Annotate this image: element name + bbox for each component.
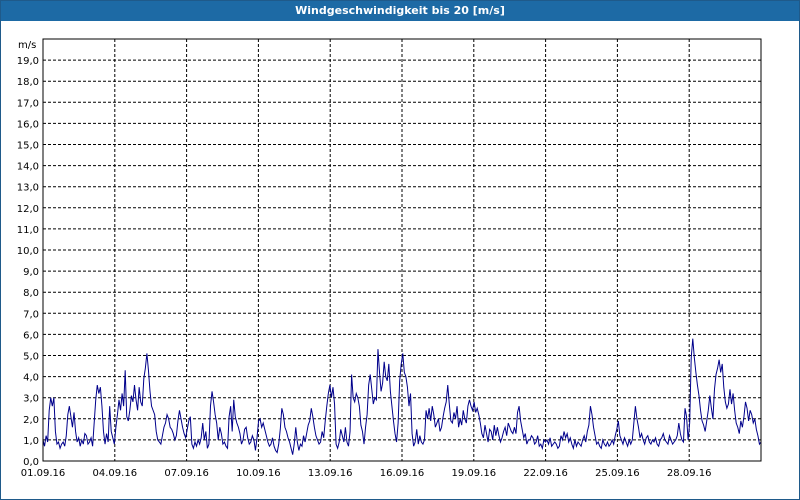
x-tick-label: 22.09.16 [523,468,568,479]
x-tick-label: 13.09.16 [308,468,353,479]
y-tick-label: 16,0 [17,119,39,130]
x-tick-label: 28.09.16 [667,468,712,479]
y-tick-label: 6,0 [23,330,39,341]
y-tick-label: 5,0 [23,352,39,363]
y-tick-label: 12,0 [17,204,39,215]
x-tick-label: 19.09.16 [452,468,497,479]
y-tick-label: 13,0 [17,183,39,194]
y-tick-labels: 0,0 1,0 2,0 3,0 4,0 5,0 6,0 7,0 8,0 9,0 10,0 11,0 12… [17,56,39,468]
y-tick-label: 3,0 [23,394,39,405]
y-axis-unit-label: m/s [18,40,36,51]
y-tick-label: 9,0 [23,267,39,278]
x-tick-label: 25.09.16 [595,468,640,479]
x-tick-label: 10.09.16 [236,468,281,479]
x-tick-label: 01.09.16 [21,468,66,479]
y-tick-label: 15,0 [17,141,39,152]
x-tick-labels: 01.09.16 04.09.16 07.09.16 10.09.16 13.09.16… [21,468,712,479]
y-tick-label: 17,0 [17,98,39,109]
y-tick-label: 10,0 [17,246,39,257]
y-tick-label: 18,0 [17,77,39,88]
x-tick-label: 04.09.16 [93,468,138,479]
x-tick-label: 07.09.16 [164,468,209,479]
y-tick-label: 14,0 [17,162,39,173]
y-tick-label: 2,0 [23,415,39,426]
y-tick-label: 19,0 [17,56,39,67]
y-tick-label: 7,0 [23,309,39,320]
x-tick-label: 16.09.16 [380,468,425,479]
wind-speed-chart: m/s 0,0 1,0 2,0 3,0 4,0 5,0 6,0 7,0 8,0 9,0 10,0 11… [17,38,762,479]
y-tick-label: 11,0 [17,225,39,236]
y-tick-label: 4,0 [23,373,39,384]
y-tick-label: 8,0 [23,288,39,299]
y-tick-label: 0,0 [23,457,39,468]
y-tick-label: 1,0 [23,436,39,447]
